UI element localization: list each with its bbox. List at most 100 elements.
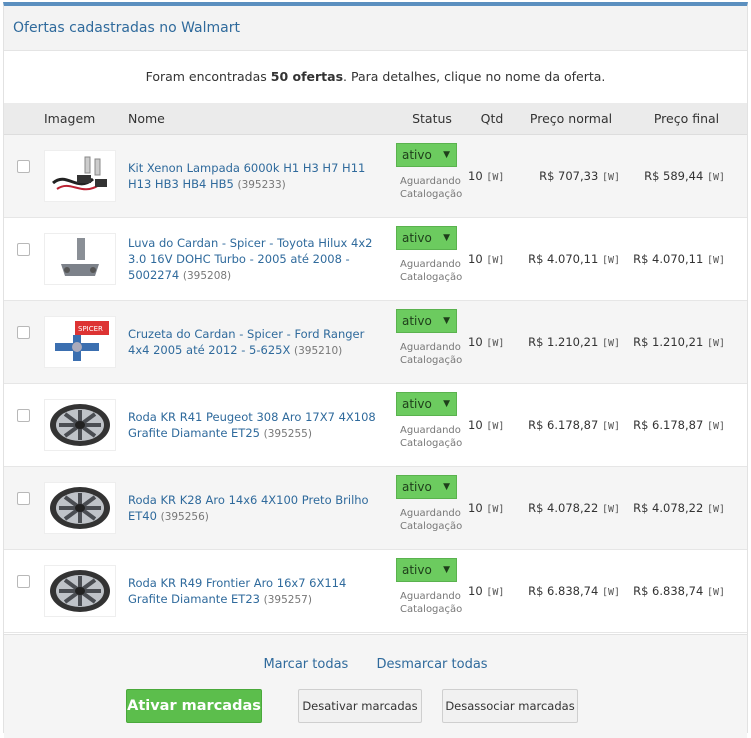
product-thumbnail: SPICER [44, 316, 116, 368]
status-value: ativo [402, 231, 432, 245]
status-select[interactable]: ativo ▼ [396, 143, 457, 167]
deselect-all-link[interactable]: Desmarcar todas [376, 657, 487, 672]
preco-final-w-link[interactable]: [W] [707, 172, 725, 183]
product-thumbnail [44, 399, 116, 451]
caret-down-icon: ▼ [443, 399, 450, 409]
preco-final-w-link[interactable]: [W] [707, 421, 725, 432]
preco-final-value: R$ 4.070,11 [633, 252, 704, 266]
row-checkbox[interactable] [17, 326, 30, 339]
results-count: 50 ofertas [270, 69, 344, 84]
offer-id: (395210) [293, 344, 343, 357]
table-row: Luva do Cardan - Spicer - Toyota Hilux 4… [4, 217, 747, 301]
preco-final-value: R$ 589,44 [644, 169, 704, 183]
status-select[interactable]: ativo ▼ [396, 475, 457, 499]
status-value: ativo [402, 480, 432, 494]
preco-normal-w-link[interactable]: [W] [602, 587, 620, 598]
preco-normal-w-link[interactable]: [W] [602, 421, 620, 432]
page-title: Ofertas cadastradas no Walmart [4, 6, 747, 51]
table-header-row: Imagem Nome Status Qtd Preço normal Preç… [4, 103, 747, 135]
col-name: Nome [128, 103, 396, 135]
status-select[interactable]: ativo ▼ [396, 226, 457, 250]
row-checkbox[interactable] [17, 492, 30, 505]
footer-actions: Marcar todas Desmarcar todas Ativar marc… [4, 634, 747, 738]
status-value: ativo [402, 314, 432, 328]
offer-name-link[interactable]: Roda KR R49 Frontier Aro 16x7 6X114 Graf… [128, 576, 346, 606]
qtd-value: 10 [468, 584, 483, 598]
product-thumbnail [44, 482, 116, 534]
col-qtd: Qtd [468, 103, 516, 135]
preco-normal-w-link[interactable]: [W] [602, 255, 620, 266]
preco-normal-value: R$ 4.070,11 [528, 252, 599, 266]
qtd-w-link[interactable]: [W] [486, 421, 504, 432]
status-value: ativo [402, 563, 432, 577]
preco-normal-value: R$ 6.178,87 [528, 418, 599, 432]
dissociate-selected-button[interactable]: Desassociar marcadas [442, 689, 578, 723]
row-checkbox[interactable] [17, 243, 30, 256]
status-value: ativo [402, 148, 432, 162]
table-row: Roda KR R41 Peugeot 308 Aro 17X7 4X108 G… [4, 383, 747, 467]
results-summary: Foram encontradas 50 ofertas. Para detal… [145, 69, 606, 84]
activate-selected-button[interactable]: Ativar marcadas [126, 689, 262, 723]
table-row: Roda KR K28 Aro 14x6 4X100 Preto Brilho … [4, 466, 747, 550]
preco-normal-w-link[interactable]: [W] [602, 504, 620, 515]
product-thumbnail [44, 233, 116, 285]
preco-final-w-link[interactable]: [W] [707, 255, 725, 266]
deactivate-selected-button[interactable]: Desativar marcadas [298, 689, 422, 723]
qtd-w-link[interactable]: [W] [486, 504, 504, 515]
status-note: Aguardando Catalogação [400, 591, 463, 615]
row-checkbox[interactable] [17, 160, 30, 173]
status-select[interactable]: ativo ▼ [396, 309, 457, 333]
offer-name-link[interactable]: Luva do Cardan - Spicer - Toyota Hilux 4… [128, 236, 372, 282]
offers-panel: Ofertas cadastradas no Walmart Foram enc… [3, 2, 748, 738]
qtd-w-link[interactable]: [W] [486, 587, 504, 598]
caret-down-icon: ▼ [443, 150, 450, 160]
offer-id: (395233) [237, 178, 286, 191]
col-preco-final: Preço final [626, 103, 747, 135]
cardan-sleeve-icon [61, 238, 99, 276]
wheel-icon [50, 487, 110, 529]
qtd-w-link[interactable]: [W] [486, 172, 504, 183]
row-checkbox[interactable] [17, 409, 30, 422]
qtd-value: 10 [468, 252, 483, 266]
preco-final-value: R$ 1.210,21 [633, 335, 704, 349]
col-status: Status [396, 103, 468, 135]
qtd-value: 10 [468, 169, 483, 183]
preco-final-value: R$ 4.078,22 [633, 501, 704, 515]
preco-final-w-link[interactable]: [W] [707, 338, 725, 349]
preco-final-value: R$ 6.838,74 [633, 584, 704, 598]
status-select[interactable]: ativo ▼ [396, 558, 457, 582]
preco-normal-value: R$ 4.078,22 [528, 501, 599, 515]
select-all-link[interactable]: Marcar todas [263, 657, 348, 672]
product-thumbnail [44, 150, 116, 202]
offers-table: Imagem Nome Status Qtd Preço normal Preç… [4, 103, 747, 633]
offer-id: (395208) [182, 269, 232, 282]
preco-final-w-link[interactable]: [W] [707, 504, 725, 515]
status-note: Aguardando Catalogação [400, 259, 463, 283]
offer-id: (395255) [263, 427, 312, 440]
table-row: Kit Xenon Lampada 6000k H1 H3 H7 H11 H13… [4, 134, 747, 218]
preco-final-w-link[interactable]: [W] [707, 587, 725, 598]
qtd-w-link[interactable]: [W] [486, 255, 504, 266]
preco-normal-w-link[interactable]: [W] [602, 338, 620, 349]
offer-name-link[interactable]: Roda KR R41 Peugeot 308 Aro 17X7 4X108 G… [128, 410, 376, 440]
wheel-icon [50, 404, 110, 446]
preco-normal-w-link[interactable]: [W] [602, 172, 620, 183]
preco-normal-value: R$ 707,33 [539, 169, 599, 183]
col-preco-normal: Preço normal [516, 103, 626, 135]
caret-down-icon: ▼ [443, 482, 450, 492]
status-note: Aguardando Catalogação [400, 508, 463, 532]
qtd-w-link[interactable]: [W] [486, 338, 504, 349]
col-checkbox [4, 103, 44, 135]
preco-final-value: R$ 6.178,87 [633, 418, 704, 432]
offer-id: (395256) [160, 510, 209, 523]
status-note: Aguardando Catalogação [400, 342, 463, 366]
caret-down-icon: ▼ [443, 565, 450, 575]
caret-down-icon: ▼ [443, 233, 450, 243]
row-checkbox[interactable] [17, 575, 30, 588]
table-row: SPICER Cruzeta do Cardan - Spicer - Ford… [4, 300, 747, 384]
qtd-value: 10 [468, 418, 483, 432]
status-select[interactable]: ativo ▼ [396, 392, 457, 416]
preco-normal-value: R$ 6.838,74 [528, 584, 599, 598]
caret-down-icon: ▼ [443, 316, 450, 326]
status-note: Aguardando Catalogação [400, 425, 463, 449]
